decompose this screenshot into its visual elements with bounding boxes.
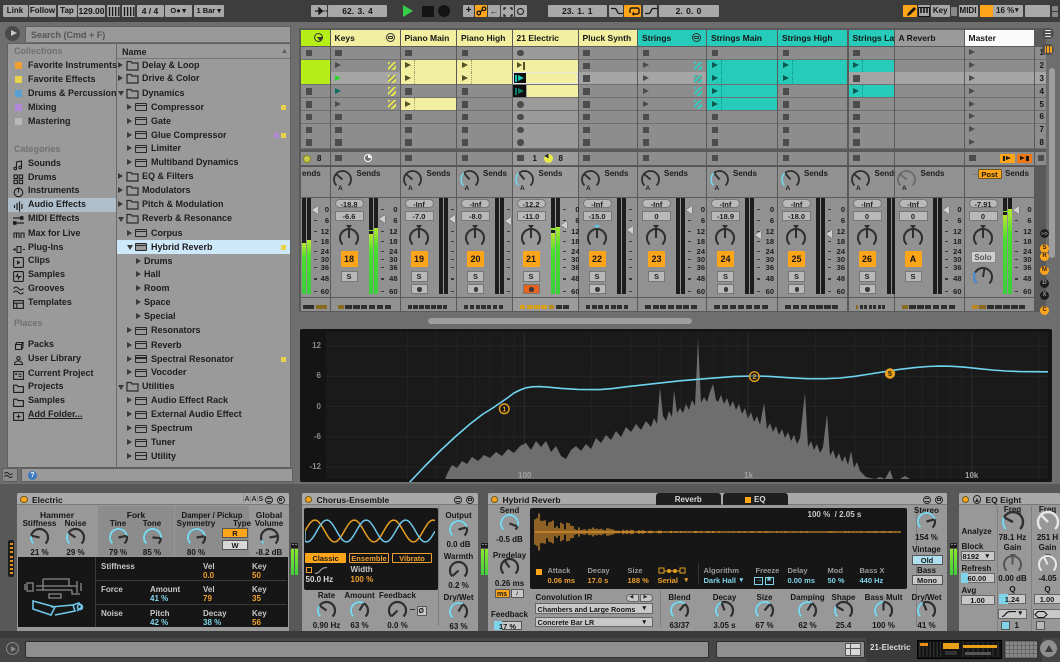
svg-text:2: 2 [752,374,756,381]
svg-text:5: 5 [888,371,892,378]
svg-text:1: 1 [502,406,506,413]
